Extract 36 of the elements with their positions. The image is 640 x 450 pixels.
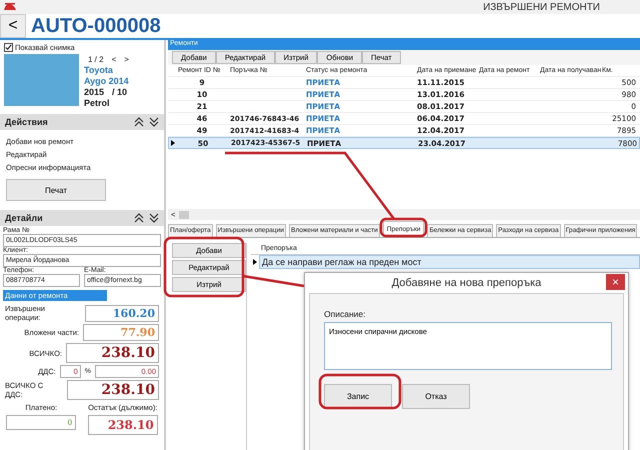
field-label: Описание: [324,309,366,319]
record-id: AUTO-000008 [31,14,161,38]
app-logo-icon [3,2,17,12]
checkmark-icon [5,44,12,51]
car-month: / 10 [112,87,128,98]
scrollbar-thumb[interactable] [179,210,190,218]
next-photo-link[interactable]: > [124,54,129,65]
dialog-button[interactable]: Отказ [402,384,470,409]
print-button[interactable]: Печат [6,179,106,201]
section-title: Действия [5,117,48,127]
photo-pager: 1 / 2 [88,54,104,65]
amount-value: 238.10 [66,380,159,400]
previous-photo-link[interactable]: < [112,54,116,65]
back-button[interactable]: < [0,14,26,38]
amount-value: 160.20 [84,304,159,322]
close-button[interactable]: × [606,274,625,290]
window-title: ИЗВЪРШЕНИ РЕМОНТИ [483,2,600,12]
collapse-icon[interactable] [134,213,144,223]
car-year: 2015 [84,87,104,98]
amount-value: 238.10 [66,343,159,363]
highlight-frame [380,218,428,238]
table-cell[interactable]: Да се направи реглаж на преден мост [259,255,640,269]
car-model: Aygo 2014 [84,76,129,87]
amount-value: 238.10 [88,415,158,435]
collapse-icon[interactable] [134,117,144,127]
annotation-line [242,274,304,288]
expand-icon[interactable] [149,213,159,223]
section-title: Детайли [5,213,43,223]
car-fuel: Petrol [84,98,111,109]
dialog-button[interactable]: Запис [324,384,392,409]
amount-value: 77.90 [83,324,159,341]
dialog-title: Добавяне на нова препоръка [392,277,542,289]
expand-icon[interactable] [149,117,159,127]
car-make: Toyota [84,65,114,76]
row-pointer-icon [171,140,175,146]
row-pointer-icon [253,259,257,265]
